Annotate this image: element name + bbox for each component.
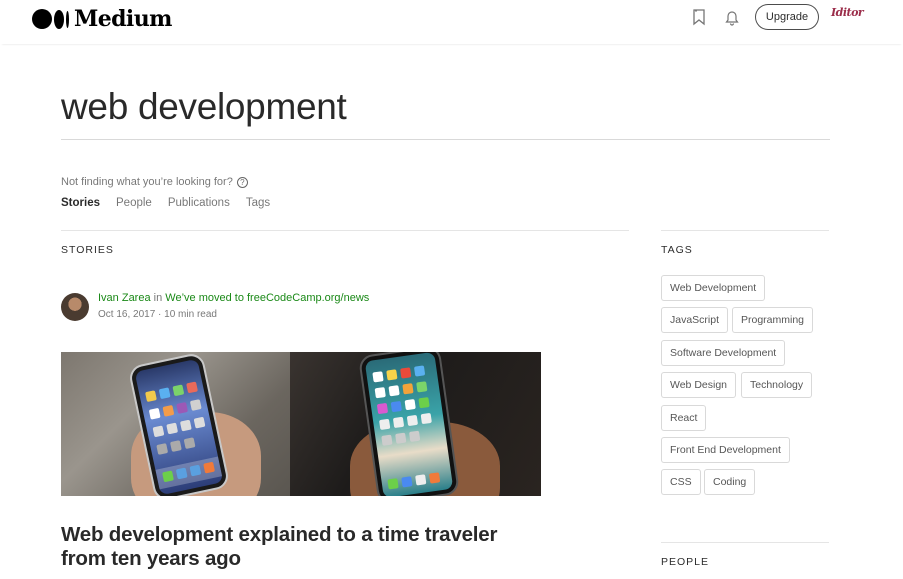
- logo-wordmark: Medium: [74, 6, 172, 32]
- tag-react[interactable]: React: [661, 405, 707, 431]
- story-cover-image[interactable]: [61, 352, 541, 496]
- author-avatar[interactable]: [61, 293, 89, 321]
- tags-section-label: TAGS: [661, 244, 693, 256]
- search-filter-tabs: Stories People Publications Tags: [61, 197, 286, 209]
- story-meta: Oct 16, 2017 · 10 min read: [98, 309, 217, 320]
- story-read-time: 10 min read: [164, 309, 217, 320]
- upgrade-button[interactable]: Upgrade: [755, 4, 819, 30]
- tab-publications[interactable]: Publications: [168, 197, 230, 209]
- tag-web-design[interactable]: Web Design: [661, 372, 737, 398]
- title-divider: [61, 139, 830, 140]
- tag-css[interactable]: CSS: [661, 469, 701, 495]
- top-navigation-bar: Medium Upgrade Iditor: [0, 0, 903, 44]
- tab-people[interactable]: People: [116, 197, 152, 209]
- meta-separator: ·: [155, 309, 165, 320]
- tag-front-end-development[interactable]: Front End Development: [661, 437, 790, 463]
- story-title[interactable]: Web development explained to a time trav…: [61, 523, 541, 571]
- tag-coding[interactable]: Coding: [704, 469, 756, 495]
- new-iphone-photo: [290, 352, 541, 496]
- not-finding-hint: Not finding what you’re looking for? ?: [61, 176, 248, 188]
- people-divider: [661, 542, 829, 543]
- tag-technology[interactable]: Technology: [741, 372, 813, 398]
- tab-stories[interactable]: Stories: [61, 197, 100, 209]
- search-query-title: web development: [61, 86, 347, 127]
- story-date: Oct 16, 2017: [98, 309, 156, 320]
- tag-software-development[interactable]: Software Development: [661, 340, 786, 366]
- tab-tags[interactable]: Tags: [246, 197, 270, 209]
- tag-programming[interactable]: Programming: [732, 307, 814, 333]
- user-avatar[interactable]: Iditor: [831, 6, 864, 19]
- author-name-link[interactable]: Ivan Zarea: [98, 292, 151, 304]
- people-section-label: PEOPLE: [661, 556, 710, 568]
- medium-logo[interactable]: Medium: [32, 6, 172, 32]
- tags-divider: [661, 230, 829, 231]
- tag-web-development[interactable]: Web Development: [661, 275, 766, 301]
- not-finding-text: Not finding what you’re looking for?: [61, 176, 233, 188]
- medium-logo-mark: [32, 9, 69, 29]
- publication-link[interactable]: We’ve moved to freeCodeCamp.org/news: [165, 292, 369, 304]
- stories-divider: [61, 230, 629, 231]
- bell-icon[interactable]: [724, 8, 740, 26]
- stories-section-label: STORIES: [61, 244, 114, 256]
- tag-javascript[interactable]: JavaScript: [661, 307, 729, 333]
- story-byline: Ivan Zarea in We’ve moved to freeCodeCam…: [98, 292, 369, 304]
- byline-in-word: in: [150, 292, 166, 304]
- help-circle-icon[interactable]: ?: [236, 176, 248, 188]
- bookmark-icon[interactable]: [691, 8, 707, 26]
- old-iphone-photo: [61, 352, 290, 496]
